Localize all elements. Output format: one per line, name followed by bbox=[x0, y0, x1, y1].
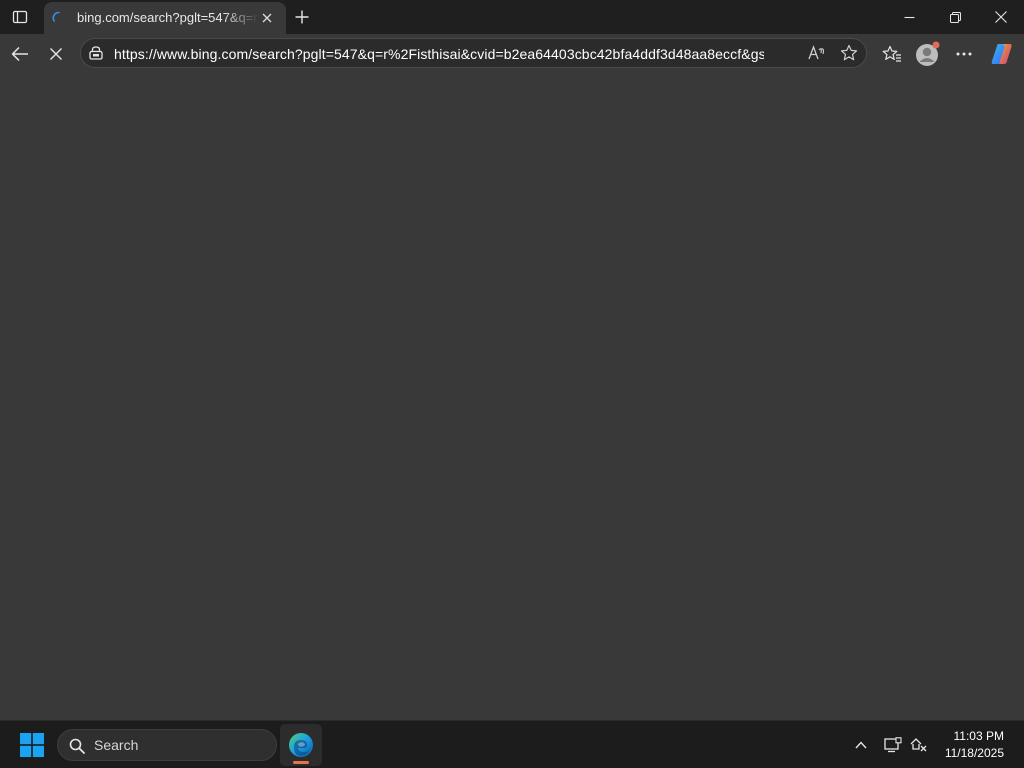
display-icon bbox=[884, 737, 902, 753]
site-info-icon[interactable] bbox=[89, 46, 103, 60]
close-icon bbox=[262, 13, 272, 23]
taskbar-edge-button[interactable] bbox=[280, 724, 322, 766]
read-aloud-icon[interactable] bbox=[808, 45, 826, 61]
profile-button[interactable] bbox=[912, 38, 944, 70]
active-app-indicator bbox=[293, 761, 309, 764]
stop-loading-button[interactable] bbox=[40, 38, 72, 70]
tab-actions-icon bbox=[12, 9, 28, 25]
clock-time[interactable]: 11:03 PM bbox=[954, 729, 1004, 743]
edge-icon bbox=[288, 732, 314, 758]
tab-active[interactable]: bing.com/search?pglt=547&q=r%2Fisthisai bbox=[44, 2, 286, 34]
close-icon bbox=[995, 11, 1007, 23]
stop-loading-icon bbox=[50, 48, 62, 60]
clock-date[interactable]: 11/18/2025 bbox=[945, 746, 1004, 760]
more-button[interactable] bbox=[948, 38, 980, 70]
search-icon bbox=[69, 738, 85, 754]
network-tray-button[interactable] bbox=[906, 733, 932, 757]
toolbar: https://www.bing.com/search?pglt=547&q=r… bbox=[0, 34, 1024, 74]
favorites-button[interactable] bbox=[876, 38, 908, 70]
url-text[interactable]: https://www.bing.com/search?pglt=547&q=r… bbox=[114, 45, 764, 63]
restore-button[interactable] bbox=[932, 0, 978, 34]
minimize-icon bbox=[904, 12, 915, 23]
copilot-icon bbox=[990, 42, 1014, 66]
page-content bbox=[0, 74, 1024, 720]
taskbar-search[interactable]: Search bbox=[57, 729, 277, 761]
plus-icon bbox=[295, 10, 309, 24]
minimize-button[interactable] bbox=[886, 0, 932, 34]
taskbar: Search 11:03 PM 11/18/2025 bbox=[0, 720, 1024, 768]
star-icon[interactable] bbox=[840, 44, 858, 62]
title-bar: bing.com/search?pglt=547&q=r%2Fisthisai bbox=[0, 0, 1024, 34]
windows-logo-icon bbox=[20, 733, 44, 757]
tab-title: bing.com/search?pglt=547&q=r%2Fisthisai bbox=[77, 10, 259, 25]
back-arrow-icon bbox=[11, 46, 29, 62]
search-label: Search bbox=[94, 737, 139, 753]
show-hidden-icons-button[interactable] bbox=[848, 733, 874, 757]
display-tray-button[interactable] bbox=[880, 733, 906, 757]
more-icon bbox=[956, 52, 972, 56]
tab-actions-button[interactable] bbox=[6, 4, 34, 30]
restore-icon bbox=[949, 11, 961, 23]
address-bar[interactable]: https://www.bing.com/search?pglt=547&q=r… bbox=[80, 38, 867, 68]
profile-icon bbox=[915, 41, 941, 67]
start-button[interactable] bbox=[12, 725, 52, 765]
tab-close-button[interactable] bbox=[258, 9, 276, 27]
copilot-button[interactable] bbox=[986, 38, 1018, 70]
new-tab-button[interactable] bbox=[289, 4, 315, 30]
loading-spinner-icon bbox=[52, 11, 66, 25]
back-button[interactable] bbox=[4, 38, 36, 70]
chevron-up-icon bbox=[855, 741, 867, 749]
network-icon bbox=[910, 737, 928, 753]
close-window-button[interactable] bbox=[978, 0, 1024, 34]
favorites-icon bbox=[882, 45, 902, 63]
